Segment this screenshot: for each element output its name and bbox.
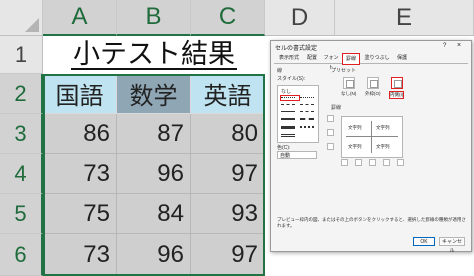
score-cell[interactable]: 87: [117, 114, 191, 154]
preview-inner-vertical: [371, 121, 372, 153]
column-header-e[interactable]: E: [335, 0, 474, 36]
row-header-5[interactable]: 5: [0, 194, 43, 234]
score-cell[interactable]: 97: [191, 234, 265, 276]
preview-text: 文字列: [348, 125, 362, 130]
color-dropdown[interactable]: 自動: [277, 151, 317, 159]
line-style-list[interactable]: なし: [277, 85, 319, 143]
score-cell[interactable]: 80: [191, 114, 265, 154]
border-preview[interactable]: 文字列 文字列 文字列 文字列: [341, 116, 403, 158]
preview-text: 文字列: [348, 144, 362, 149]
row-header-2[interactable]: 2: [0, 74, 43, 114]
score-cell[interactable]: 73: [43, 234, 117, 276]
column-header-c[interactable]: C: [191, 0, 265, 36]
style-double: [281, 134, 295, 137]
title-cell[interactable]: 小テスト結果: [43, 36, 265, 74]
tab-number[interactable]: 表示形式: [276, 53, 302, 63]
preset-inside-button[interactable]: [391, 77, 403, 89]
style-thin: [281, 111, 295, 112]
dialog-note: プレビュー枠内の図、またはその上のボタンをクリックすると、選択した罫線の種類が適…: [277, 217, 466, 228]
header-cell-japanese[interactable]: 国語: [43, 74, 117, 114]
tab-fill[interactable]: 塗りつぶし: [362, 53, 392, 63]
style-medium: [281, 118, 295, 120]
style-dashdot: [300, 111, 314, 112]
line-group-label: 線: [277, 68, 283, 74]
row-header-1[interactable]: 1: [0, 36, 43, 74]
color-label: 色(C):: [277, 145, 291, 151]
border-diagonal-up-button[interactable]: [341, 159, 348, 166]
score-cell[interactable]: 86: [43, 114, 117, 154]
border-label: 罫線: [331, 105, 342, 111]
tab-alignment[interactable]: 配置: [304, 53, 320, 63]
selected-style-highlight: [280, 95, 300, 101]
score-cell[interactable]: 96: [117, 234, 191, 276]
column-header-b[interactable]: B: [117, 0, 191, 36]
style-dashed: [281, 104, 295, 105]
border-diagonal-down-button[interactable]: [397, 159, 404, 166]
preview-text: 文字列: [376, 144, 390, 149]
preset-label: プリセット: [331, 68, 357, 74]
preset-none-label: なし(N): [341, 91, 357, 96]
format-cells-dialog: セルの書式設定 ? × 表示形式 配置 フォント 罫線 塗りつぶし 保護 線 ス…: [270, 40, 472, 254]
ok-button[interactable]: OK: [413, 237, 435, 246]
border-center-button[interactable]: [369, 159, 376, 166]
title-text: 小テスト結果: [71, 39, 237, 70]
row-header-3[interactable]: 3: [0, 114, 43, 154]
preset-none-button[interactable]: [343, 77, 355, 89]
score-cell[interactable]: 73: [43, 154, 117, 194]
row-header-6[interactable]: 6: [0, 234, 43, 276]
select-all-corner[interactable]: [0, 0, 43, 36]
style-dotted: [281, 97, 295, 98]
score-cell[interactable]: 96: [117, 154, 191, 194]
style-label: スタイル(S):: [277, 76, 306, 82]
score-cell[interactable]: 97: [191, 154, 265, 194]
style-dotted-2: [300, 97, 314, 98]
preview-text: 文字列: [376, 125, 390, 130]
border-middle-button[interactable]: [327, 129, 334, 136]
column-header-a[interactable]: A: [43, 0, 117, 36]
tab-font[interactable]: フォント: [322, 53, 340, 71]
border-right-button[interactable]: [383, 159, 390, 166]
style-thick: [281, 126, 295, 129]
border-top-button[interactable]: [327, 115, 334, 122]
header-cell-math[interactable]: 数学: [117, 74, 191, 114]
tab-protection[interactable]: 保護: [394, 53, 410, 63]
help-button[interactable]: ?: [443, 43, 446, 49]
tab-border[interactable]: 罫線: [342, 53, 360, 65]
preset-outline-label: 外枠(O): [365, 91, 381, 96]
score-cell[interactable]: 93: [191, 194, 265, 234]
score-cell[interactable]: 84: [117, 194, 191, 234]
style-medium-dotted: [300, 126, 314, 128]
style-medium-dashed: [300, 118, 314, 120]
dialog-title: セルの書式設定: [275, 46, 318, 52]
row-header-4[interactable]: 4: [0, 154, 43, 194]
preset-inside-label: 内側(I): [389, 91, 405, 99]
preset-outline-button[interactable]: [367, 77, 379, 89]
header-cell-english[interactable]: 英語: [191, 74, 265, 114]
style-dashed-2: [300, 104, 314, 105]
column-header-d[interactable]: D: [265, 0, 335, 36]
cancel-button[interactable]: キャンセル: [439, 237, 465, 254]
border-left-button[interactable]: [355, 159, 362, 166]
score-cell[interactable]: 75: [43, 194, 117, 234]
preview-inner-horizontal: [346, 136, 398, 137]
dialog-tabs: 表示形式 配置 フォント 罫線 塗りつぶし 保護: [274, 53, 468, 71]
style-none-label: なし: [281, 89, 292, 95]
close-icon[interactable]: ×: [457, 42, 461, 49]
border-bottom-button[interactable]: [327, 143, 334, 150]
